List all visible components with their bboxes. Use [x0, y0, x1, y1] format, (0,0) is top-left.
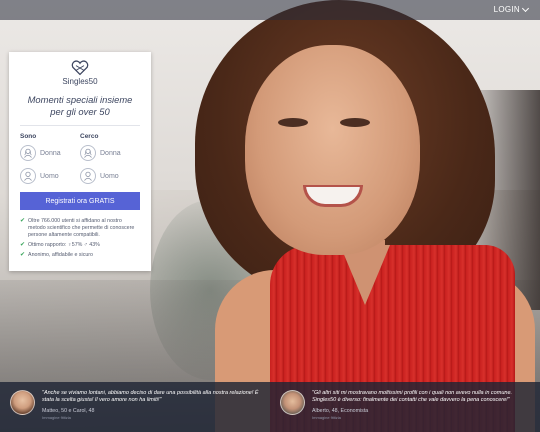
option-label: Uomo [40, 172, 59, 180]
sono-column: Sono Donna Uomo [20, 133, 80, 190]
top-bar: LOGIN [0, 0, 540, 20]
option-label: Donna [40, 149, 61, 157]
testimonial-quote: "Anche se viviamo lontani, abbiamo decis… [42, 390, 259, 403]
image-disclaimer: Immagine fittizia [42, 415, 71, 420]
benefit-text: Ottimo rapporto: ♀57% ♂ 43% [28, 242, 100, 248]
testimonial-quote: "Gli altri siti mi mostravano moltissimi… [312, 390, 513, 403]
woman-portrait [175, 0, 540, 432]
cerco-column: Cerco Donna Uomo [80, 133, 140, 190]
benefit-text: Oltre 766.000 utenti si affidano al nost… [28, 218, 135, 238]
avatar [280, 390, 305, 415]
benefits-list: ✔ Oltre 766.000 utenti si affidano al no… [20, 218, 140, 259]
sono-title: Sono [20, 133, 37, 140]
check-icon: ✔ [20, 218, 26, 224]
list-item: ✔ Ottimo rapporto: ♀57% ♂ 43% [20, 242, 140, 249]
list-item: ✔ Anonimo, affidabile e sicuro [20, 252, 140, 259]
testimonial: "Gli altri siti mi mostravano moltissimi… [270, 382, 540, 432]
check-icon: ✔ [20, 252, 26, 258]
testimonials-bar: "Anche se viviamo lontani, abbiamo decis… [0, 382, 540, 432]
sono-donna-option[interactable]: Donna [20, 144, 80, 162]
testimonial-author: Matteo, 50 e Carol, 48 [42, 408, 95, 414]
image-disclaimer: Immagine fittizia [312, 415, 341, 420]
list-item: ✔ Oltre 766.000 utenti si affidano al no… [20, 218, 140, 239]
logo-text: Singles50 [62, 77, 98, 86]
male-icon [80, 168, 96, 184]
avatar [10, 390, 35, 415]
cerco-uomo-option[interactable]: Uomo [80, 167, 140, 185]
brand-logo[interactable]: Singles50 [20, 60, 140, 86]
login-menu-button[interactable]: LOGIN [493, 4, 530, 14]
option-label: Uomo [100, 172, 119, 180]
chevron-down-icon [521, 4, 530, 12]
female-icon [20, 145, 36, 161]
male-icon [20, 168, 36, 184]
testimonial-author: Alberto, 48, Economista [312, 408, 369, 414]
register-free-button[interactable]: Registrati ora GRATIS [20, 192, 140, 210]
testimonial: "Anche se viviamo lontani, abbiamo decis… [0, 382, 270, 432]
cerco-title: Cerco [80, 133, 99, 140]
cerco-donna-option[interactable]: Donna [80, 144, 140, 162]
benefit-text: Anonimo, affidabile e sicuro [28, 252, 94, 258]
female-icon [80, 145, 96, 161]
sono-uomo-option[interactable]: Uomo [20, 167, 80, 185]
gender-choices: Sono Donna Uomo Cerco Donna Uomo [20, 133, 140, 190]
heart-logo-icon [71, 60, 89, 76]
check-icon: ✔ [20, 242, 26, 248]
login-label: LOGIN [493, 5, 520, 14]
card-headline: Momenti speciali insieme per gli over 50 [20, 94, 140, 126]
signup-card: Singles50 Momenti speciali insieme per g… [9, 52, 151, 271]
option-label: Donna [100, 149, 121, 157]
